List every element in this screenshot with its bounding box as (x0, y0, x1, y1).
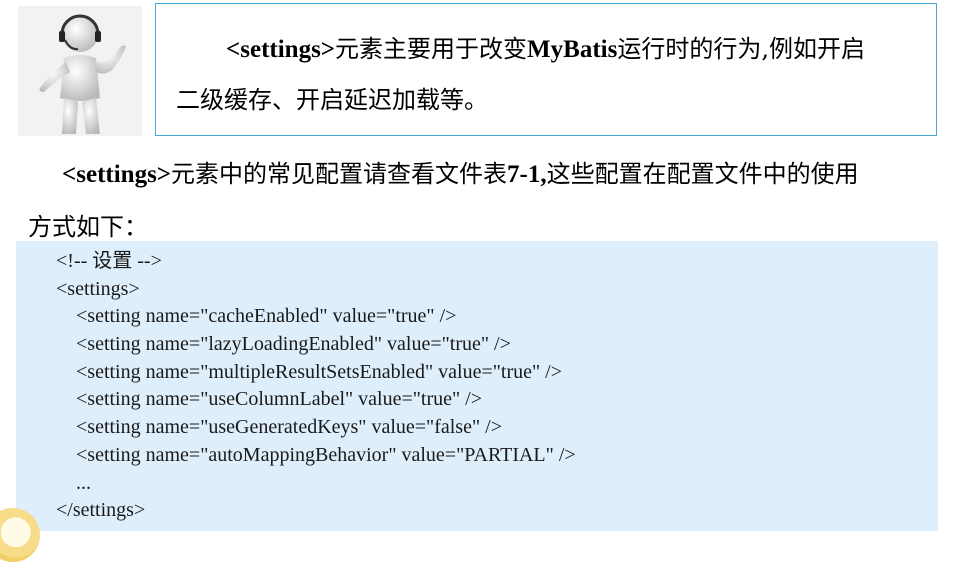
code-line: <setting name="useGeneratedKeys" value="… (56, 416, 502, 439)
paragraph-text-tail: 这些配置在配置文件中的使用 (546, 160, 859, 188)
paragraph-line-1: <settings>元素中的常见配置请查看文件表7-1,这些配置在配置文件中的使… (28, 148, 948, 201)
table-reference: 7-1, (507, 161, 547, 188)
code-line: ... (56, 471, 91, 494)
callout-text-tail: 运行时的行为,例如开启 (617, 35, 865, 63)
code-block: <!-- 设置 --> <settings> <setting name="ca… (16, 241, 938, 531)
presenter-figure-icon (18, 6, 142, 136)
body-paragraph: <settings>元素中的常见配置请查看文件表7-1,这些配置在配置文件中的使… (28, 148, 948, 253)
callout-keyword-mybatis: MyBatis (527, 36, 618, 63)
code-line: <!-- 设置 --> (56, 250, 162, 272)
callout-line-1: <settings>元素主要用于改变MyBatis运行时的行为,例如开启 (176, 24, 914, 75)
presenter-figure-illustration (18, 6, 142, 136)
code-line: <settings> (56, 277, 140, 300)
code-line: <setting name="lazyLoadingEnabled" value… (56, 333, 511, 356)
callout-keyword-settings: <settings> (226, 36, 336, 63)
paragraph-keyword-settings: <settings> (62, 161, 172, 188)
paragraph-text-part: 元素中的常见配置请查看文件表 (171, 160, 508, 188)
callout-line-2: 二级缓存、开启延迟加载等。 (176, 86, 488, 114)
code-line: </settings> (56, 499, 146, 522)
callout-text-part: 元素主要用于改变 (335, 35, 528, 63)
code-line: <setting name="multipleResultSetsEnabled… (56, 360, 563, 383)
code-line: <setting name="autoMappingBehavior" valu… (56, 443, 576, 466)
code-line: <setting name="useColumnLabel" value="tr… (56, 388, 483, 411)
callout-note-box: <settings>元素主要用于改变MyBatis运行时的行为,例如开启 二级缓… (155, 3, 937, 136)
code-line: <setting name="cacheEnabled" value="true… (56, 305, 457, 328)
